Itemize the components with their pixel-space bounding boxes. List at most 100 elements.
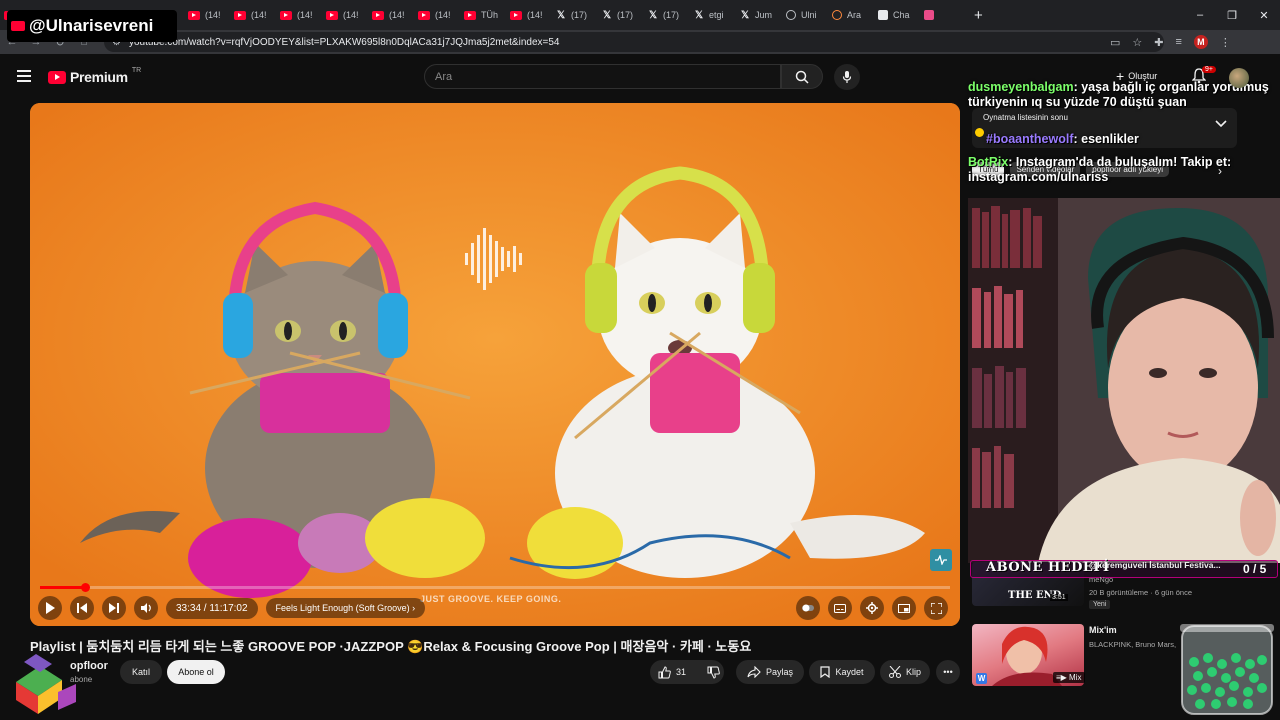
browser-tab[interactable]: Ulni xyxy=(782,0,828,30)
tab-label: (17) xyxy=(663,10,680,20)
skip-previous-icon xyxy=(77,603,87,613)
browser-tab[interactable]: (14! xyxy=(506,0,552,30)
close-window-button[interactable]: ✕ xyxy=(1248,9,1280,22)
tab-label: etgi xyxy=(709,10,724,20)
maximize-button[interactable]: ❐ xyxy=(1216,9,1248,22)
plus-icon: + xyxy=(1116,68,1125,84)
chapter-title: Feels Light Enough (Soft Groove) xyxy=(275,603,410,613)
share-icon xyxy=(747,666,761,678)
like-count: 31 xyxy=(676,667,687,677)
bookmark-star-icon[interactable]: ☆ xyxy=(1132,36,1142,49)
chat-badge-icon xyxy=(975,128,984,137)
extensions-icon[interactable]: ✚ xyxy=(1154,36,1163,49)
video-frame xyxy=(30,103,960,626)
tab-label: (17) xyxy=(617,10,634,20)
miniplayer-icon xyxy=(898,603,910,613)
mix-badge: ≡▶ Mix xyxy=(1053,672,1085,683)
browser-tab[interactable]: 𝕏 (17) xyxy=(552,0,598,30)
clip-label: Klip xyxy=(905,667,921,677)
minimize-button[interactable]: – xyxy=(1184,9,1216,21)
video-title: Playlist | 둠치둠치 리듬 타게 되는 느좋 GROOVE POP ·… xyxy=(30,639,752,654)
globe-icon xyxy=(786,10,796,20)
browser-tab[interactable]: (14! xyxy=(414,0,460,30)
browser-tab[interactable]: 𝕏etgi xyxy=(690,0,736,30)
create-button[interactable]: + Oluştur xyxy=(1116,66,1157,86)
jar-overlay xyxy=(1180,624,1274,715)
cast-icon[interactable]: ▭ xyxy=(1110,36,1120,49)
toolbar-actions: ▭ ☆ ✚ ≡ M ⋮ xyxy=(1110,32,1231,52)
x-icon: 𝕏 xyxy=(694,9,704,21)
fullscreen-button[interactable] xyxy=(924,596,948,620)
new-tab-button[interactable]: + xyxy=(966,7,991,24)
browser-tab[interactable]: 𝕏 (17) xyxy=(598,0,644,30)
clip-button[interactable]: Klip xyxy=(880,660,930,684)
youtube-icon xyxy=(464,10,476,20)
search-input[interactable]: Ara xyxy=(424,64,781,89)
more-actions-button[interactable]: ••• xyxy=(936,660,960,684)
subscribe-button[interactable]: Abone ol xyxy=(167,660,225,684)
video-player[interactable]: JUST GROOVE. KEEP GOING. 33:34 / 11:17:0… xyxy=(30,103,960,626)
tab-label: TÜh xyxy=(481,10,499,20)
chat-text: esenlikler xyxy=(1081,132,1139,146)
browser-tab[interactable]: Cha xyxy=(874,0,920,30)
subscriber-goal-count: 0 / 5 xyxy=(1243,562,1267,576)
browser-tab[interactable]: Ara xyxy=(828,0,874,30)
recommendation-channel: meNgo xyxy=(1089,575,1114,584)
brand-text: Premium xyxy=(70,69,128,85)
browser-tab[interactable]: (14! xyxy=(230,0,276,30)
voice-search-button[interactable] xyxy=(834,64,860,90)
chevron-down-icon[interactable] xyxy=(1215,120,1227,128)
progress-bar[interactable] xyxy=(40,583,950,592)
browser-tab[interactable] xyxy=(920,0,966,30)
share-button[interactable]: Paylaş xyxy=(736,660,804,684)
browser-menu-icon[interactable]: ⋮ xyxy=(1220,36,1231,49)
tab-label: (14! xyxy=(527,10,543,20)
mix-title[interactable]: Mix'im xyxy=(1089,625,1117,635)
youtube-play-icon xyxy=(48,70,66,84)
profile-avatar[interactable]: M xyxy=(1193,35,1208,49)
stream-handle-text: @Ulnarisevreni xyxy=(29,16,154,35)
menu-icon[interactable] xyxy=(17,70,31,82)
thumbs-up-icon xyxy=(658,665,671,678)
settings-button[interactable] xyxy=(860,596,884,620)
youtube-icon xyxy=(418,10,430,20)
thumbs-down-icon xyxy=(707,666,720,679)
tab-label: (14! xyxy=(297,10,313,20)
reading-list-icon[interactable]: ≡ xyxy=(1176,36,1182,48)
browser-tab[interactable]: 𝕏 (17) xyxy=(644,0,690,30)
account-avatar[interactable] xyxy=(1229,68,1249,88)
save-button[interactable]: Kaydet xyxy=(809,660,875,684)
volume-icon xyxy=(140,603,151,613)
search-icon xyxy=(795,70,809,84)
pulse-icon[interactable] xyxy=(930,549,952,571)
dislike-button[interactable] xyxy=(700,660,726,684)
tab-label: (14! xyxy=(205,10,221,20)
browser-tab[interactable]: 𝕏 Jum xyxy=(736,0,782,30)
webcam-overlay xyxy=(968,198,1280,563)
player-right-controls xyxy=(796,596,948,620)
play-button[interactable] xyxy=(38,596,62,620)
miniplayer-button[interactable] xyxy=(892,596,916,620)
previous-button[interactable] xyxy=(70,596,94,620)
recommendation-title[interactable]: @keremguveli İstanbul Festiva... xyxy=(1089,560,1221,570)
volume-button[interactable] xyxy=(134,596,158,620)
autoplay-toggle[interactable] xyxy=(796,596,820,620)
subtitles-button[interactable] xyxy=(828,596,852,620)
more-horizontal-icon: ••• xyxy=(943,667,953,677)
browser-tab[interactable]: TÜh xyxy=(460,0,506,30)
next-button[interactable] xyxy=(102,596,126,620)
playlist-end-label: Oynatma listesinin sonu xyxy=(983,113,1068,122)
chapter-button[interactable]: Feels Light Enough (Soft Groove) › xyxy=(265,598,426,618)
browser-tab[interactable]: (14! xyxy=(322,0,368,30)
browser-tab[interactable]: (14! xyxy=(184,0,230,30)
browser-tab[interactable]: (14! xyxy=(276,0,322,30)
chat-user: #boaanthewolf xyxy=(986,132,1074,146)
youtube-logo[interactable]: Premium TR xyxy=(48,67,141,85)
join-button[interactable]: Katıl xyxy=(120,660,162,684)
save-label: Kaydet xyxy=(835,667,864,677)
browser-tab[interactable]: (14! xyxy=(368,0,414,30)
channel-logo[interactable] xyxy=(6,652,80,716)
search-button[interactable] xyxy=(781,64,823,89)
address-bar[interactable]: ⚙ youtube.com/watch?v=rqfVjOODYEY&list=P… xyxy=(104,32,1164,52)
tab-label: (17) xyxy=(571,10,588,20)
